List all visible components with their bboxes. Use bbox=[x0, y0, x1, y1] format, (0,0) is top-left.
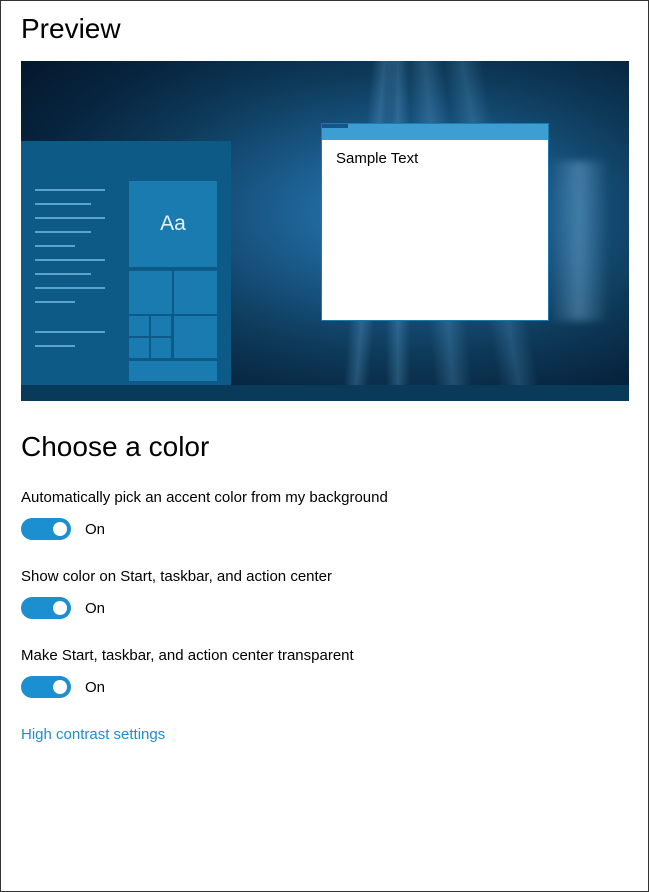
toggle-show-color-start[interactable] bbox=[21, 597, 71, 619]
high-contrast-link[interactable]: High contrast settings bbox=[21, 726, 628, 743]
tile-small bbox=[129, 338, 149, 358]
tile-medium bbox=[174, 316, 217, 358]
preview-header: Preview bbox=[21, 13, 628, 45]
tile-large: Aa bbox=[129, 181, 217, 267]
toggle-state-text: On bbox=[85, 679, 105, 696]
setting-auto-pick-accent: Automatically pick an accent color from … bbox=[21, 489, 628, 540]
setting-label: Make Start, taskbar, and action center t… bbox=[21, 647, 628, 664]
setting-transparent: Make Start, taskbar, and action center t… bbox=[21, 647, 628, 698]
toggle-transparent[interactable] bbox=[21, 676, 71, 698]
desktop-preview: Aa Sample Text bbox=[21, 61, 629, 401]
choose-color-header: Choose a color bbox=[21, 431, 628, 463]
toggle-state-text: On bbox=[85, 521, 105, 538]
tile-wide bbox=[129, 361, 217, 381]
toggle-state-text: On bbox=[85, 600, 105, 617]
setting-label: Show color on Start, taskbar, and action… bbox=[21, 568, 628, 585]
start-menu-list bbox=[35, 189, 109, 359]
setting-show-color-start: Show color on Start, taskbar, and action… bbox=[21, 568, 628, 619]
sample-window-titlebar bbox=[322, 124, 548, 140]
tile-small bbox=[151, 338, 171, 358]
toggle-auto-pick-accent[interactable] bbox=[21, 518, 71, 540]
sample-window-preview: Sample Text bbox=[321, 123, 549, 321]
start-menu-preview: Aa bbox=[21, 141, 231, 385]
tile-small bbox=[151, 316, 171, 336]
sample-window-text: Sample Text bbox=[322, 140, 548, 177]
tile-small bbox=[129, 316, 149, 336]
tile-medium bbox=[174, 271, 217, 314]
light-ray-glow bbox=[549, 161, 609, 321]
tile-medium bbox=[129, 271, 172, 314]
setting-label: Automatically pick an accent color from … bbox=[21, 489, 628, 506]
taskbar-preview bbox=[21, 385, 629, 401]
